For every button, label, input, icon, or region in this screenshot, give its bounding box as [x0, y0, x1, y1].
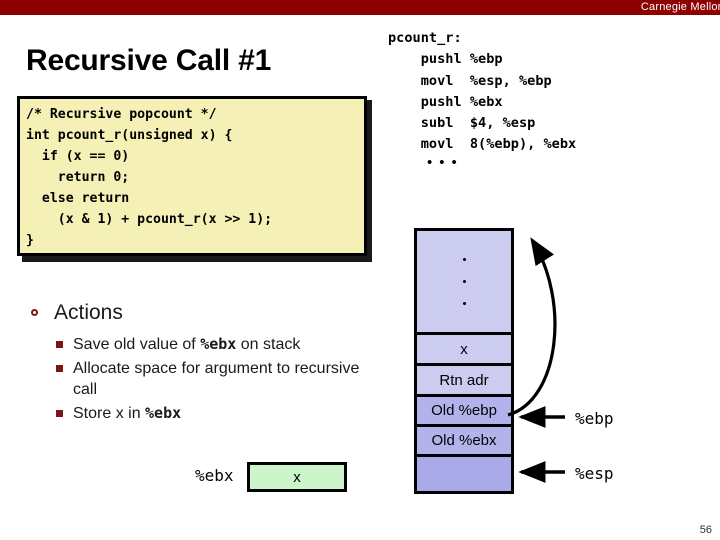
circle-bullet-icon [31, 309, 38, 316]
top-banner: Carnegie Mellon [0, 0, 720, 15]
list-item-text-pre: Save old value of [73, 336, 201, 353]
stack-cell-label: Rtn adr [439, 371, 489, 389]
register-value: x [293, 468, 301, 486]
code-block-text: /* Recursive popcount */ int pcount_r(un… [26, 107, 273, 248]
stack-cell-label: x [460, 340, 468, 358]
arrow-overlay [507, 237, 565, 483]
list-item: Store x in %ebx [20, 403, 380, 424]
list-item: Save old value of %ebx on stack [20, 334, 380, 355]
institution-label: Carnegie Mellon [640, 1, 720, 13]
stack-cell-ellipsis [417, 231, 511, 335]
dot-icon [462, 302, 466, 305]
dot-icon [462, 258, 466, 261]
square-bullet-icon [56, 410, 63, 417]
assembly-listing: pcount_r: pushl %ebp movl %esp, %ebp pus… [388, 28, 576, 156]
stack-cell-return-address: Rtn adr [417, 366, 511, 397]
assembly-ellipsis-icon: ••• [427, 154, 464, 171]
register-name-ebx: %ebx [195, 466, 234, 485]
stack-diagram: x Rtn adr Old %ebp Old %ebx [414, 228, 514, 494]
slide: Carnegie Mellon Recursive Call #1 /* Rec… [0, 0, 720, 540]
stack-cell-old-ebx: Old %ebx [417, 427, 511, 457]
square-bullet-icon [56, 365, 63, 372]
code-block-c: /* Recursive popcount */ int pcount_r(un… [17, 96, 367, 256]
pointer-label-esp: %esp [575, 464, 614, 483]
register-box-ebx: x [247, 462, 347, 492]
list-item-text-post: on stack [236, 336, 301, 353]
stack-cell-allocated-space [417, 457, 511, 491]
list-item-text-pre: Allocate space for argument to recursive… [73, 360, 360, 398]
list-item-code: %ebx [200, 335, 237, 353]
stack-cell-label: Old %ebp [431, 402, 497, 419]
assembly-text: pcount_r: pushl %ebp movl %esp, %ebp pus… [388, 30, 577, 153]
square-bullet-icon [56, 341, 63, 348]
frame-pointer-curve-arrow [507, 237, 557, 417]
bullet-heading-actions: Actions [20, 300, 380, 326]
stack-cell-x: x [417, 335, 511, 366]
page-number: 56 [699, 524, 712, 536]
bullet-heading-label: Actions [54, 301, 123, 324]
list-item-code: %ebx [145, 404, 182, 422]
pointer-label-ebp: %ebp [575, 409, 614, 428]
dot-icon [462, 280, 466, 283]
actions-list: Actions Save old value of %ebx on stack … [20, 300, 380, 427]
list-item: Allocate space for argument to recursive… [20, 358, 380, 400]
stack-cell-old-ebp: Old %ebp [417, 397, 511, 427]
list-item-text-pre: Store x in [73, 405, 146, 422]
stack-cell-label: Old %ebx [431, 432, 497, 449]
page-title: Recursive Call #1 [26, 44, 272, 77]
